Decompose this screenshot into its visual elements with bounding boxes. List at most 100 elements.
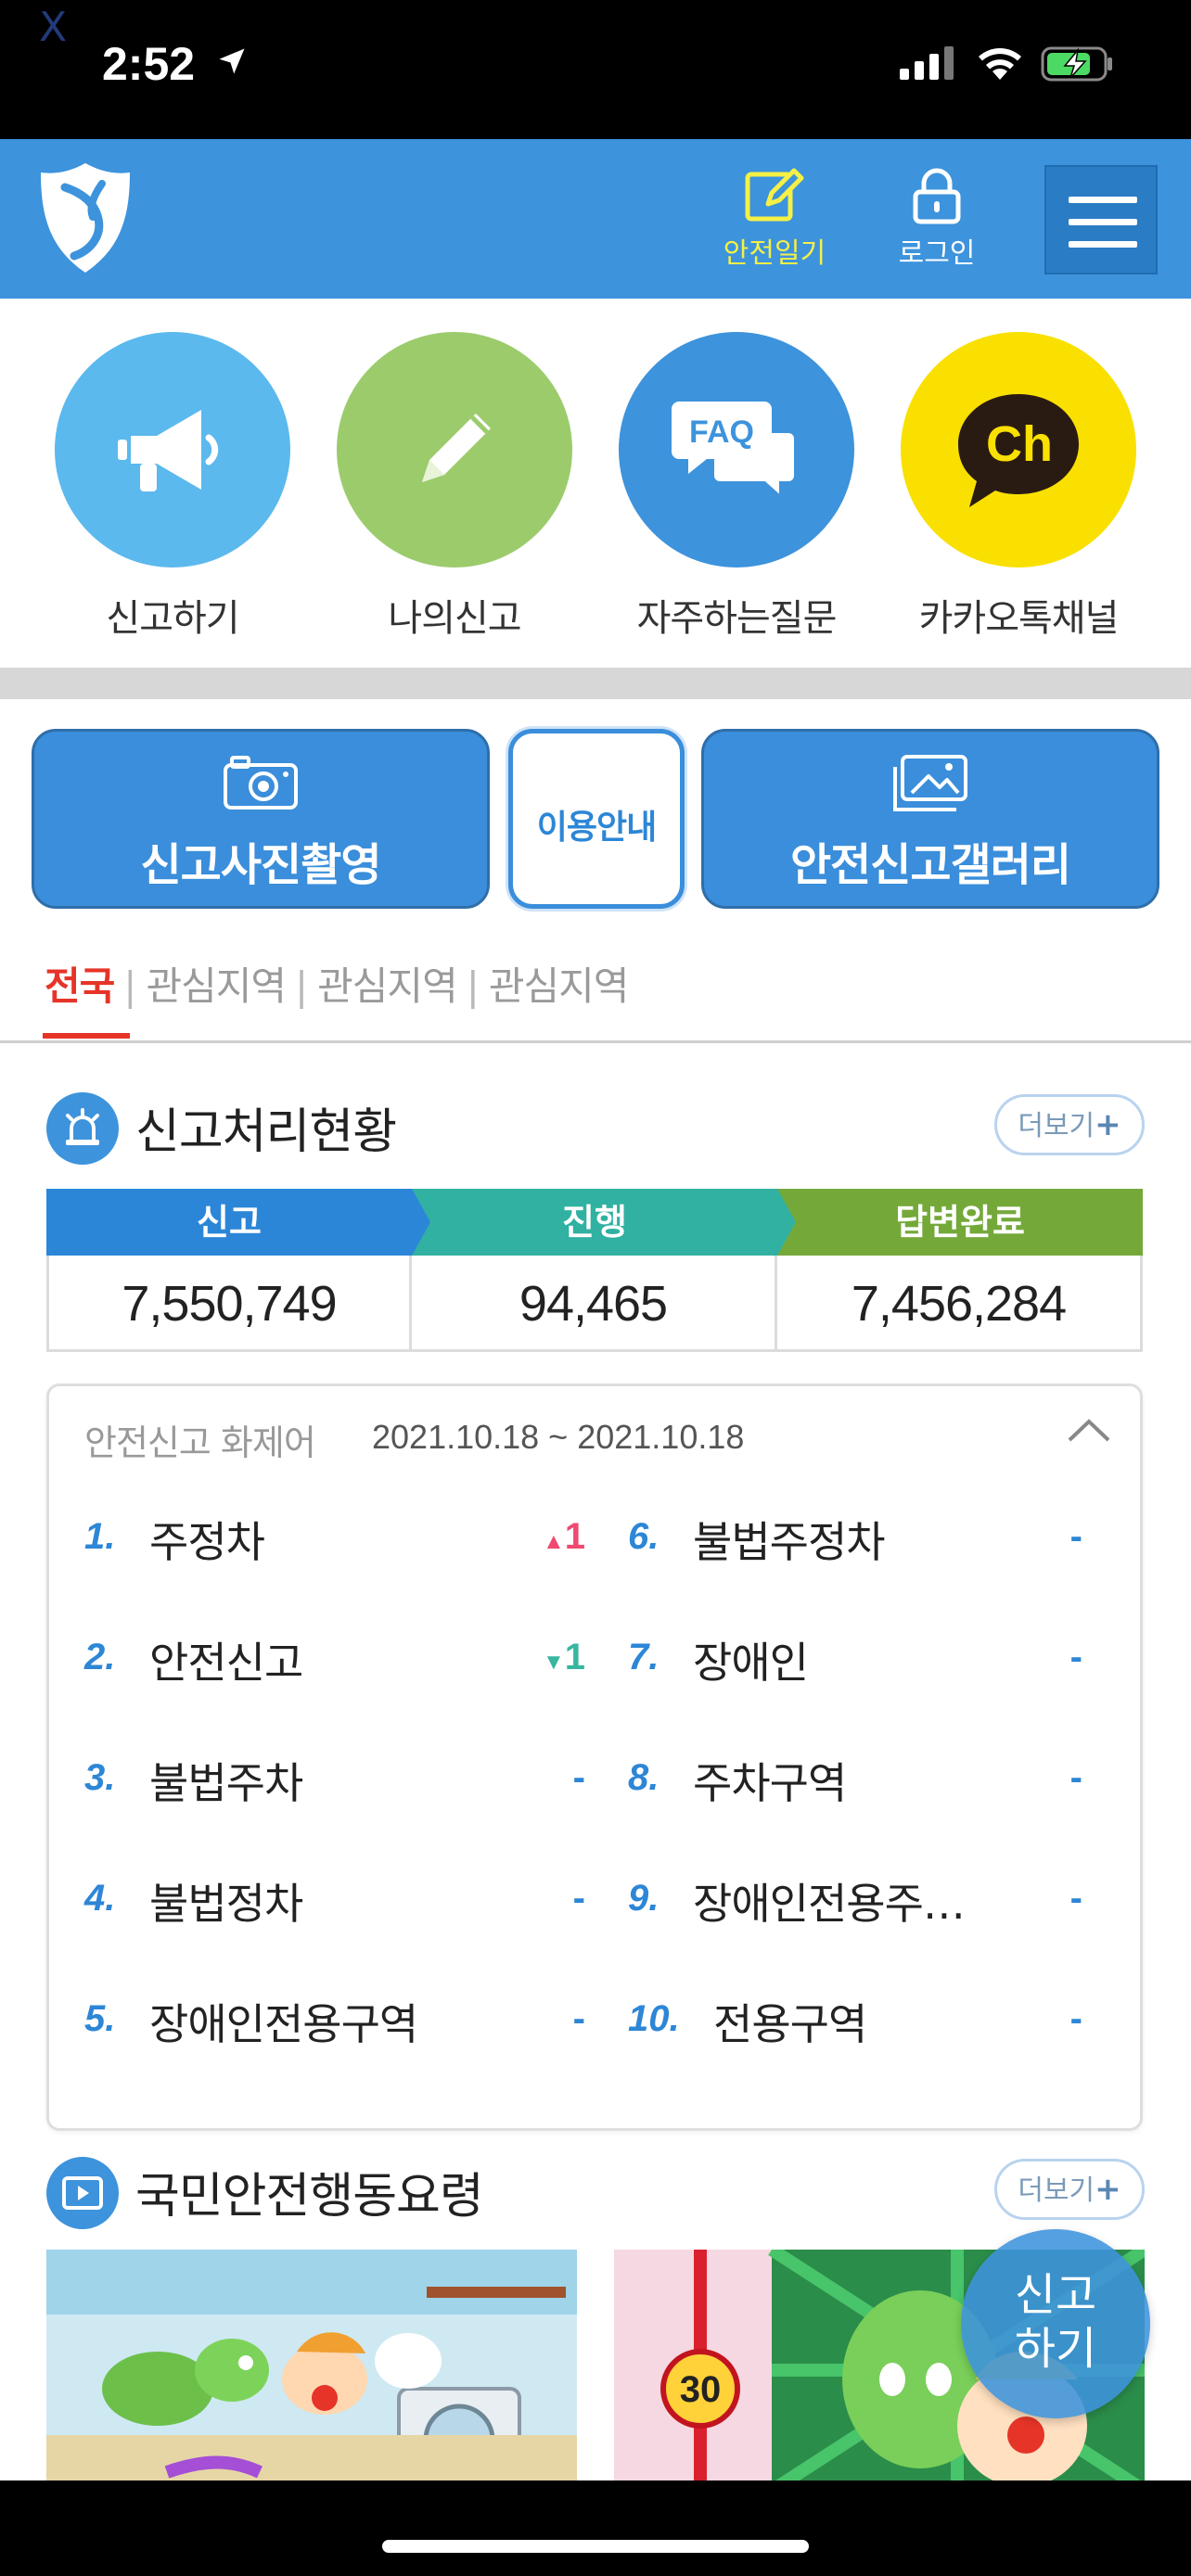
floating-report-line2: 하기 bbox=[1014, 2323, 1097, 2375]
section-divider bbox=[0, 668, 1191, 699]
keyword-text: 장애인 bbox=[693, 1638, 809, 1688]
keyword-text: 불법주정차 bbox=[693, 1517, 886, 1567]
keyword-rank: 1. bbox=[84, 1516, 116, 1557]
stat-reports: 신고 7,550,749 bbox=[46, 1189, 412, 1352]
tab-interest-region-2[interactable]: 관심지역 bbox=[317, 955, 458, 1012]
stat-arrow bbox=[777, 1189, 796, 1256]
battery-charging-icon bbox=[1041, 46, 1112, 82]
login-label: 로그인 bbox=[898, 237, 976, 270]
home-indicator[interactable] bbox=[382, 2540, 809, 2553]
report-photo-button[interactable]: 신고사진촬영 bbox=[32, 729, 490, 909]
quick-kakao-channel-button[interactable]: Ch 카카오톡채널 bbox=[900, 332, 1137, 642]
keyword-item[interactable]: 6. 불법주정차 - bbox=[628, 1509, 1082, 1574]
rank-change: ▼1 bbox=[542, 1637, 585, 1677]
keyword-item[interactable]: 1. 주정차 ▲1 bbox=[84, 1509, 585, 1574]
safety-guide-more-button[interactable]: 더보기+ bbox=[994, 2159, 1145, 2220]
rank-change: ▲1 bbox=[542, 1516, 585, 1557]
report-photo-label: 신고사진촬영 bbox=[140, 839, 382, 891]
arrow-up-icon: ▲ bbox=[542, 1529, 565, 1554]
keyword-rank: 7. bbox=[628, 1637, 660, 1677]
debug-mark: X bbox=[39, 4, 68, 51]
rank-change: - bbox=[572, 1757, 585, 1798]
keyword-rank: 9. bbox=[628, 1878, 660, 1919]
tab-nationwide[interactable]: 전국 bbox=[45, 955, 115, 1012]
keyword-rank: 4. bbox=[84, 1878, 116, 1919]
keyword-item[interactable]: 4. 불법정차 - bbox=[84, 1870, 585, 1935]
plus-icon: + bbox=[1095, 1106, 1121, 1143]
user-guide-button[interactable]: 이용안내 bbox=[508, 729, 685, 909]
stat-reports-label: 신고 bbox=[46, 1189, 412, 1256]
tab-interest-region-3[interactable]: 관심지역 bbox=[489, 955, 630, 1012]
quick-report-label: 신고하기 bbox=[106, 597, 239, 640]
safety-guide-title: 국민안전행동요령 bbox=[135, 2169, 484, 2225]
quick-my-reports-button[interactable]: 나의신고 bbox=[336, 332, 573, 642]
faq-icon-text: FAQ bbox=[689, 414, 754, 450]
thumbnail-number: 30 bbox=[680, 2369, 722, 2410]
hamburger-menu-button[interactable] bbox=[1044, 165, 1158, 274]
tab-separator: | bbox=[123, 963, 137, 1009]
megaphone-icon bbox=[118, 410, 219, 491]
tab-separator: | bbox=[295, 963, 309, 1009]
rank-change: - bbox=[572, 1998, 585, 2039]
keyword-rank: 2. bbox=[84, 1637, 116, 1677]
keyword-item[interactable]: 9. 장애인전용주… - bbox=[628, 1870, 1082, 1935]
keyword-item[interactable]: 10. 전용구역 - bbox=[628, 1991, 1082, 2056]
cartoon-bathroom-image bbox=[46, 2250, 577, 2480]
floating-report-line1: 신고 bbox=[1014, 2269, 1097, 2321]
report-status-more-button[interactable]: 더보기+ bbox=[994, 1094, 1145, 1155]
quick-my-reports-label: 나의신고 bbox=[388, 597, 521, 640]
wifi-icon bbox=[979, 48, 1021, 80]
tab-separator: | bbox=[466, 963, 480, 1009]
tabs-divider bbox=[0, 1040, 1191, 1043]
active-tab-indicator bbox=[43, 1033, 130, 1039]
arrow-down-icon: ▼ bbox=[542, 1650, 565, 1675]
keyword-item[interactable]: 8. 주차구역 - bbox=[628, 1750, 1082, 1815]
keyword-text: 주정차 bbox=[149, 1517, 265, 1567]
rank-change: - bbox=[1069, 1516, 1082, 1557]
status-bar: X 2:52 bbox=[0, 0, 1191, 139]
keyword-text: 장애인전용구역 bbox=[149, 1999, 418, 2049]
login-button[interactable]: 로그인 bbox=[886, 167, 988, 271]
keyword-rank: 5. bbox=[84, 1998, 116, 2039]
camera-icon bbox=[224, 756, 298, 810]
kakao-channel-icon: Ch bbox=[958, 394, 1079, 507]
keyword-text: 주차구역 bbox=[693, 1758, 847, 1808]
keyword-item[interactable]: 2. 안전신고 ▼1 bbox=[84, 1629, 585, 1694]
rank-change: - bbox=[1069, 1637, 1082, 1677]
rank-change: - bbox=[1069, 1998, 1082, 2039]
safety-diary-label: 안전일기 bbox=[723, 237, 826, 270]
trending-keywords-panel: 안전신고 화제어 2021.10.18 ~ 2021.10.18 1. 주정차 … bbox=[46, 1384, 1143, 2131]
region-tabs: 전국 | 관심지역 | 관심지역 | 관심지역 bbox=[45, 955, 630, 1029]
plus-icon: + bbox=[1095, 2171, 1121, 2208]
app-page: 안전일기 로그인 신고하기 나의신고 FAQ 자주하는질문 Ch 카카오톡채널 … bbox=[0, 139, 1191, 2480]
keyword-rank: 6. bbox=[628, 1516, 660, 1557]
quick-report-button[interactable]: 신고하기 bbox=[54, 332, 291, 642]
trending-title: 안전신고 화제어 bbox=[84, 1422, 316, 1463]
chevron-up-icon[interactable] bbox=[1066, 1416, 1112, 1444]
faq-icon: FAQ bbox=[672, 402, 798, 503]
floating-report-button[interactable]: 신고 하기 bbox=[961, 2229, 1150, 2418]
keyword-text: 불법정차 bbox=[149, 1879, 303, 1929]
tab-interest-region-1[interactable]: 관심지역 bbox=[146, 955, 287, 1012]
edit-note-icon bbox=[745, 168, 804, 222]
safety-video-thumbnail[interactable] bbox=[46, 2250, 577, 2480]
safety-shield-logo[interactable] bbox=[37, 159, 134, 276]
menu-line bbox=[1069, 219, 1137, 225]
menu-line bbox=[1069, 241, 1137, 248]
quick-menu: 신고하기 나의신고 FAQ 자주하는질문 Ch 카카오톡채널 bbox=[0, 299, 1191, 655]
stat-answered-value: 7,456,284 bbox=[777, 1256, 1143, 1352]
safety-gallery-button[interactable]: 안전신고갤러리 bbox=[701, 729, 1159, 909]
video-play-icon bbox=[46, 2157, 119, 2229]
quick-faq-button[interactable]: FAQ 자주하는질문 bbox=[618, 332, 855, 642]
keyword-item[interactable]: 3. 불법주차 - bbox=[84, 1750, 585, 1815]
status-time: 2:52 bbox=[102, 38, 196, 90]
kakao-icon-text: Ch bbox=[986, 416, 1053, 472]
safety-diary-button[interactable]: 안전일기 bbox=[716, 167, 833, 271]
keyword-item[interactable]: 5. 장애인전용구역 - bbox=[84, 1991, 585, 2056]
keyword-rank: 10. bbox=[628, 1998, 680, 2039]
keyword-text: 전용구역 bbox=[713, 1999, 867, 2049]
keyword-text: 안전신고 bbox=[149, 1638, 303, 1688]
keyword-rank: 8. bbox=[628, 1757, 660, 1798]
keyword-item[interactable]: 7. 장애인 - bbox=[628, 1629, 1082, 1694]
report-status-title: 신고처리현황 bbox=[135, 1104, 397, 1160]
